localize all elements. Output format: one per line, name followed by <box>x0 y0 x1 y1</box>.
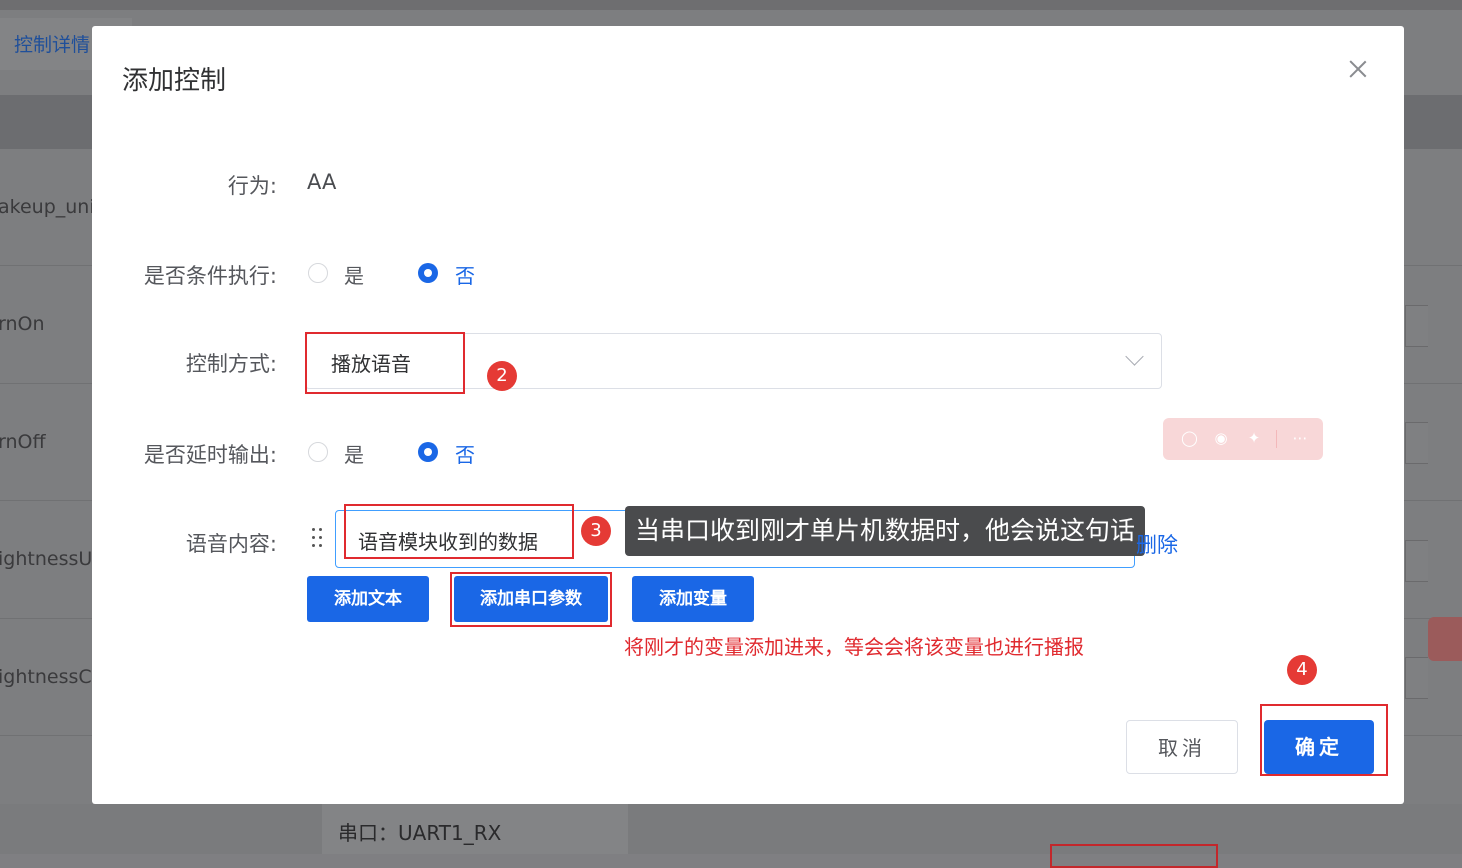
background-topbar <box>0 0 1462 10</box>
background-tab-label: 控制详情 <box>14 34 91 56</box>
close-icon[interactable] <box>1344 56 1372 84</box>
chevron-down-icon <box>1125 347 1144 366</box>
delay-yes-label[interactable]: 是 <box>344 439 364 468</box>
add-variable-button[interactable]: 添加变量 <box>632 576 754 622</box>
behavior-label: 行为: <box>227 174 277 198</box>
dialog-title: 添加控制 <box>122 66 227 96</box>
chat-icon[interactable]: ◉ <box>1213 430 1229 446</box>
voice-content-label: 语音内容: <box>185 532 277 556</box>
control-mode-label: 控制方式: <box>185 352 277 376</box>
magic-icon[interactable]: ✦ <box>1246 430 1262 446</box>
cancel-button[interactable]: 取消 <box>1126 720 1238 774</box>
more-icon[interactable]: ⋯ <box>1292 430 1308 446</box>
conditional-yes-radio[interactable] <box>308 263 328 283</box>
drag-handle-icon[interactable] <box>310 526 324 552</box>
annotation-badge-3: 3 <box>581 516 611 546</box>
annotation-badge-2: 2 <box>487 361 517 391</box>
search-icon[interactable]: ◯ <box>1181 430 1198 446</box>
control-mode-value: 播放语音 <box>331 352 411 376</box>
background-row-label: ightnessC <box>0 666 92 688</box>
background-input <box>1405 657 1428 699</box>
add-control-dialog: 添加控制 行为: AA 是否条件执行: 是 否 控制方式: 播放语音 2 ◯ ◉… <box>92 26 1404 804</box>
control-mode-select[interactable]: 播放语音 <box>305 333 1162 389</box>
background-bottom-row <box>0 804 1462 854</box>
background-input <box>1405 540 1428 582</box>
background-input <box>1405 422 1428 464</box>
annotation-text: 将刚才的变量添加进来，等会会将该变量也进行播报 <box>624 635 1084 659</box>
voice-tooltip: 当串口收到刚才单片机数据时，他会说这句话 <box>625 506 1145 556</box>
background-port-label: 串口：UART1_RX <box>338 821 502 845</box>
background-row-label: ightnessU <box>0 548 93 570</box>
background-annotation-box <box>1050 844 1218 868</box>
delete-link[interactable]: 删除 <box>1136 529 1178 559</box>
confirm-button[interactable]: 确定 <box>1264 720 1374 774</box>
background-row-label: rnOff <box>0 431 46 453</box>
delay-no-label[interactable]: 否 <box>455 439 475 468</box>
delay-no-radio[interactable] <box>418 442 438 462</box>
behavior-value: AA <box>307 170 337 194</box>
conditional-yes-label[interactable]: 是 <box>344 260 364 289</box>
toolbar-divider <box>1276 430 1277 448</box>
add-text-button[interactable]: 添加文本 <box>307 576 429 622</box>
voice-content-value[interactable]: 语音模块收到的数据 <box>358 526 538 555</box>
delay-output-label: 是否延时输出: <box>143 443 277 467</box>
annotation-badge-4: 4 <box>1287 655 1317 685</box>
background-row-label: akeup_uni <box>0 196 95 218</box>
background-button <box>1428 617 1462 661</box>
background-input <box>1405 305 1428 347</box>
add-serial-param-button[interactable]: 添加串口参数 <box>454 576 608 622</box>
background-row-label: rnOn <box>0 313 45 335</box>
conditional-no-radio[interactable] <box>418 263 438 283</box>
floating-toolbar: ◯ ◉ ✦ ⋯ <box>1163 418 1323 460</box>
delay-yes-radio[interactable] <box>308 442 328 462</box>
conditional-label: 是否条件执行: <box>143 264 277 288</box>
conditional-no-label[interactable]: 否 <box>455 260 475 289</box>
